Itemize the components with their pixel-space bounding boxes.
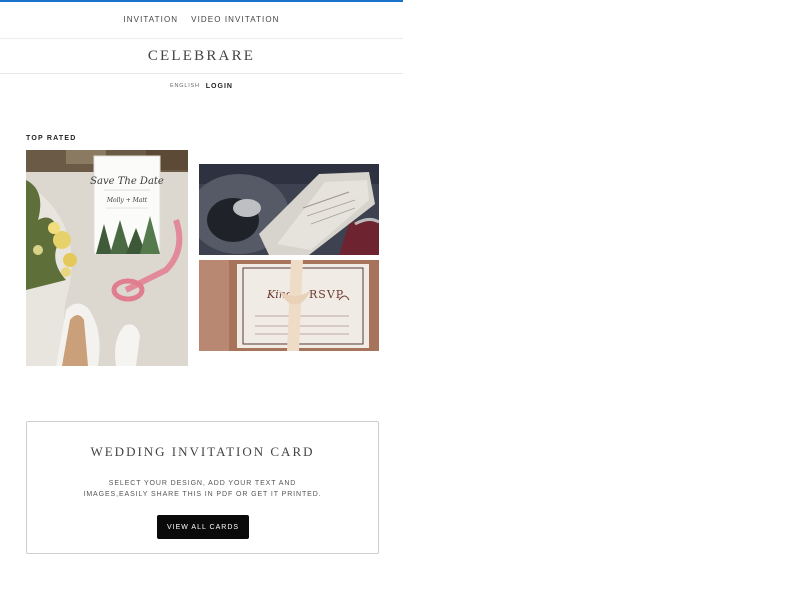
nav-item-invitation[interactable]: INVITATION — [123, 15, 178, 24]
sub-header: ENGLISH LOGIN — [0, 80, 403, 92]
view-all-cards-button[interactable]: VIEW ALL CARDS — [157, 515, 249, 539]
nav-item-video-invitation[interactable]: VIDEO INVITATION — [191, 15, 279, 24]
brand-logo-text[interactable]: CELEBRARE — [148, 48, 255, 65]
invitation-with-bag-image[interactable] — [199, 164, 379, 255]
login-link[interactable]: LOGIN — [206, 83, 233, 90]
promo-card-description-line-2: IMAGES,EASILY SHARE THIS IN PDF OR GET I… — [83, 491, 322, 498]
language-selector[interactable]: ENGLISH — [170, 83, 200, 89]
wedding-invitation-promo-card: WEDDING INVITATION CARD SELECT YOUR DESI… — [26, 421, 379, 554]
promo-card-description: SELECT YOUR DESIGN, ADD YOUR TEXT AND IM… — [67, 478, 338, 500]
section-title-top-rated: TOP RATED — [26, 135, 77, 142]
rsvp-card-image[interactable]: Kind RSVP — [199, 260, 379, 351]
card-script-save-the-date: Save The Date — [90, 176, 164, 187]
card-script-names: Molly + Matt — [106, 197, 148, 204]
promo-card-description-line-1: SELECT YOUR DESIGN, ADD YOUR TEXT AND — [108, 480, 297, 487]
rsvp-card-title: RSVP — [309, 288, 344, 301]
brand-header: CELEBRARE — [0, 39, 403, 74]
top-nav: INVITATION VIDEO INVITATION — [0, 0, 403, 39]
promo-card-title: WEDDING INVITATION CARD — [90, 444, 315, 459]
save-the-date-flatlay-image[interactable]: Save The Date Molly + Matt — [26, 150, 188, 366]
